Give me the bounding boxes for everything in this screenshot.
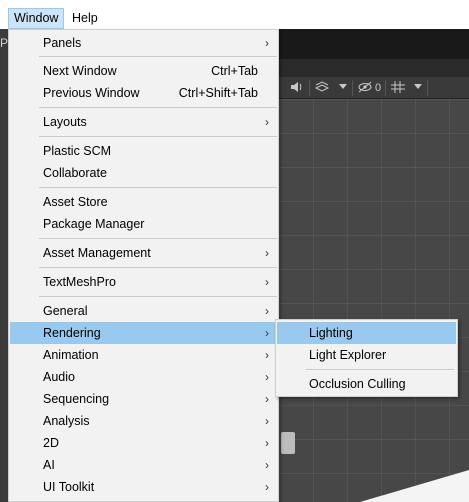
menu-item-label: Panels [43, 36, 82, 50]
chevron-right-icon: › [265, 458, 269, 472]
menu-item-label: Plastic SCM [43, 144, 112, 158]
grid-icon[interactable] [390, 80, 406, 96]
chevron-right-icon: › [265, 392, 269, 406]
chevron-right-icon: › [265, 246, 269, 260]
toolbar-separator [385, 80, 386, 96]
menu-separator [39, 238, 277, 239]
menu-bar: Window Help [0, 0, 469, 29]
menu-item-label: Audio [43, 370, 75, 384]
menu-item-animation[interactable]: Animation › [10, 344, 278, 366]
menu-item-plastic-scm[interactable]: Plastic SCM [10, 140, 278, 162]
submenu-item-label: Lighting [309, 326, 353, 340]
menu-item-label: General [43, 304, 88, 318]
menu-item-general[interactable]: General › [10, 300, 278, 322]
menu-item-next-window[interactable]: Next Window Ctrl+Tab [10, 60, 278, 82]
menu-item-label: Sequencing [43, 392, 110, 406]
menu-separator [39, 296, 277, 297]
menu-separator [39, 187, 277, 188]
menu-item-rendering[interactable]: Rendering › [10, 322, 278, 344]
menu-item-asset-store[interactable]: Asset Store [10, 191, 278, 213]
submenu-item-label: Occlusion Culling [309, 377, 406, 391]
menu-item-asset-management[interactable]: Asset Management › [10, 242, 278, 264]
menu-item-collaborate[interactable]: Collaborate [10, 162, 278, 184]
menu-separator [39, 136, 277, 137]
dropdown-arrow-icon[interactable] [412, 80, 424, 96]
dropdown-arrow-icon[interactable] [337, 80, 349, 96]
menu-item-audio[interactable]: Audio › [10, 366, 278, 388]
toolbar-separator [309, 80, 310, 96]
submenu-item-light-explorer[interactable]: Light Explorer [277, 344, 456, 366]
menu-item-shortcut: Ctrl+Shift+Tab [178, 86, 258, 100]
speaker-icon[interactable] [289, 80, 303, 96]
submenu-item-occlusion-culling[interactable]: Occlusion Culling [277, 373, 456, 395]
submenu-item-lighting[interactable]: Lighting [277, 322, 456, 344]
menu-item-label: Rendering [43, 326, 101, 340]
menu-item-label: Next Window [43, 64, 117, 78]
chevron-right-icon: › [265, 304, 269, 318]
scene-view[interactable] [279, 99, 469, 502]
menu-item-package-manager[interactable]: Package Manager [10, 213, 278, 235]
menu-item-label: Collaborate [43, 166, 107, 180]
menu-item-label: Analysis [43, 414, 90, 428]
chevron-right-icon: › [265, 36, 269, 50]
menu-item-label: Asset Store [43, 195, 108, 209]
effects-icon[interactable] [314, 80, 330, 96]
left-panel-edge [0, 29, 8, 502]
menu-item-shortcut: Ctrl+Tab [211, 64, 258, 78]
scene-object [281, 432, 295, 454]
scene-toolbar: 0 [279, 77, 469, 99]
chevron-right-icon: › [265, 436, 269, 450]
menu-item-label: UI Toolkit [43, 480, 95, 494]
menu-window[interactable]: Window [8, 8, 65, 29]
chevron-right-icon: › [265, 348, 269, 362]
menu-item-analysis[interactable]: Analysis › [10, 410, 278, 432]
menu-item-label: Package Manager [43, 217, 145, 231]
toolbar-separator [352, 80, 353, 96]
menu-item-label: Asset Management [43, 246, 151, 260]
menu-help[interactable]: Help [67, 8, 103, 29]
menu-item-textmeshpro[interactable]: TextMeshPro › [10, 271, 278, 293]
menu-item-sequencing[interactable]: Sequencing › [10, 388, 278, 410]
rendering-submenu: Lighting Light Explorer Occlusion Cullin… [275, 319, 458, 397]
menu-item-label: Previous Window [43, 86, 140, 100]
menu-separator [39, 267, 277, 268]
menu-item-ui-toolkit[interactable]: UI Toolkit › [10, 476, 278, 498]
menu-item-layouts[interactable]: Layouts › [10, 111, 278, 133]
chevron-right-icon: › [265, 370, 269, 384]
chevron-right-icon: › [265, 115, 269, 129]
menu-item-2d[interactable]: 2D › [10, 432, 278, 454]
menu-separator [39, 56, 277, 57]
menu-separator [306, 369, 454, 370]
submenu-item-label: Light Explorer [309, 348, 387, 362]
chevron-right-icon: › [265, 414, 269, 428]
menu-item-label: TextMeshPro [43, 275, 116, 289]
menu-item-panels[interactable]: Panels › [10, 32, 278, 54]
chevron-right-icon: › [265, 326, 269, 340]
menu-item-previous-window[interactable]: Previous Window Ctrl+Shift+Tab [10, 82, 278, 104]
chevron-right-icon: › [265, 275, 269, 289]
toolbar-separator [427, 80, 428, 96]
window-menu: Panels › Next Window Ctrl+Tab Previous W… [8, 29, 279, 502]
menu-separator [39, 107, 277, 108]
menu-item-label: AI [43, 458, 55, 472]
menu-item-label: 2D [43, 436, 59, 450]
hidden-count: 0 [374, 82, 382, 94]
visibility-icon[interactable] [357, 80, 373, 96]
menu-item-ai[interactable]: AI › [10, 454, 278, 476]
left-panel-fragment: P [0, 36, 9, 50]
menu-item-label: Layouts [43, 115, 87, 129]
menu-item-label: Animation [43, 348, 99, 362]
chevron-right-icon: › [265, 480, 269, 494]
